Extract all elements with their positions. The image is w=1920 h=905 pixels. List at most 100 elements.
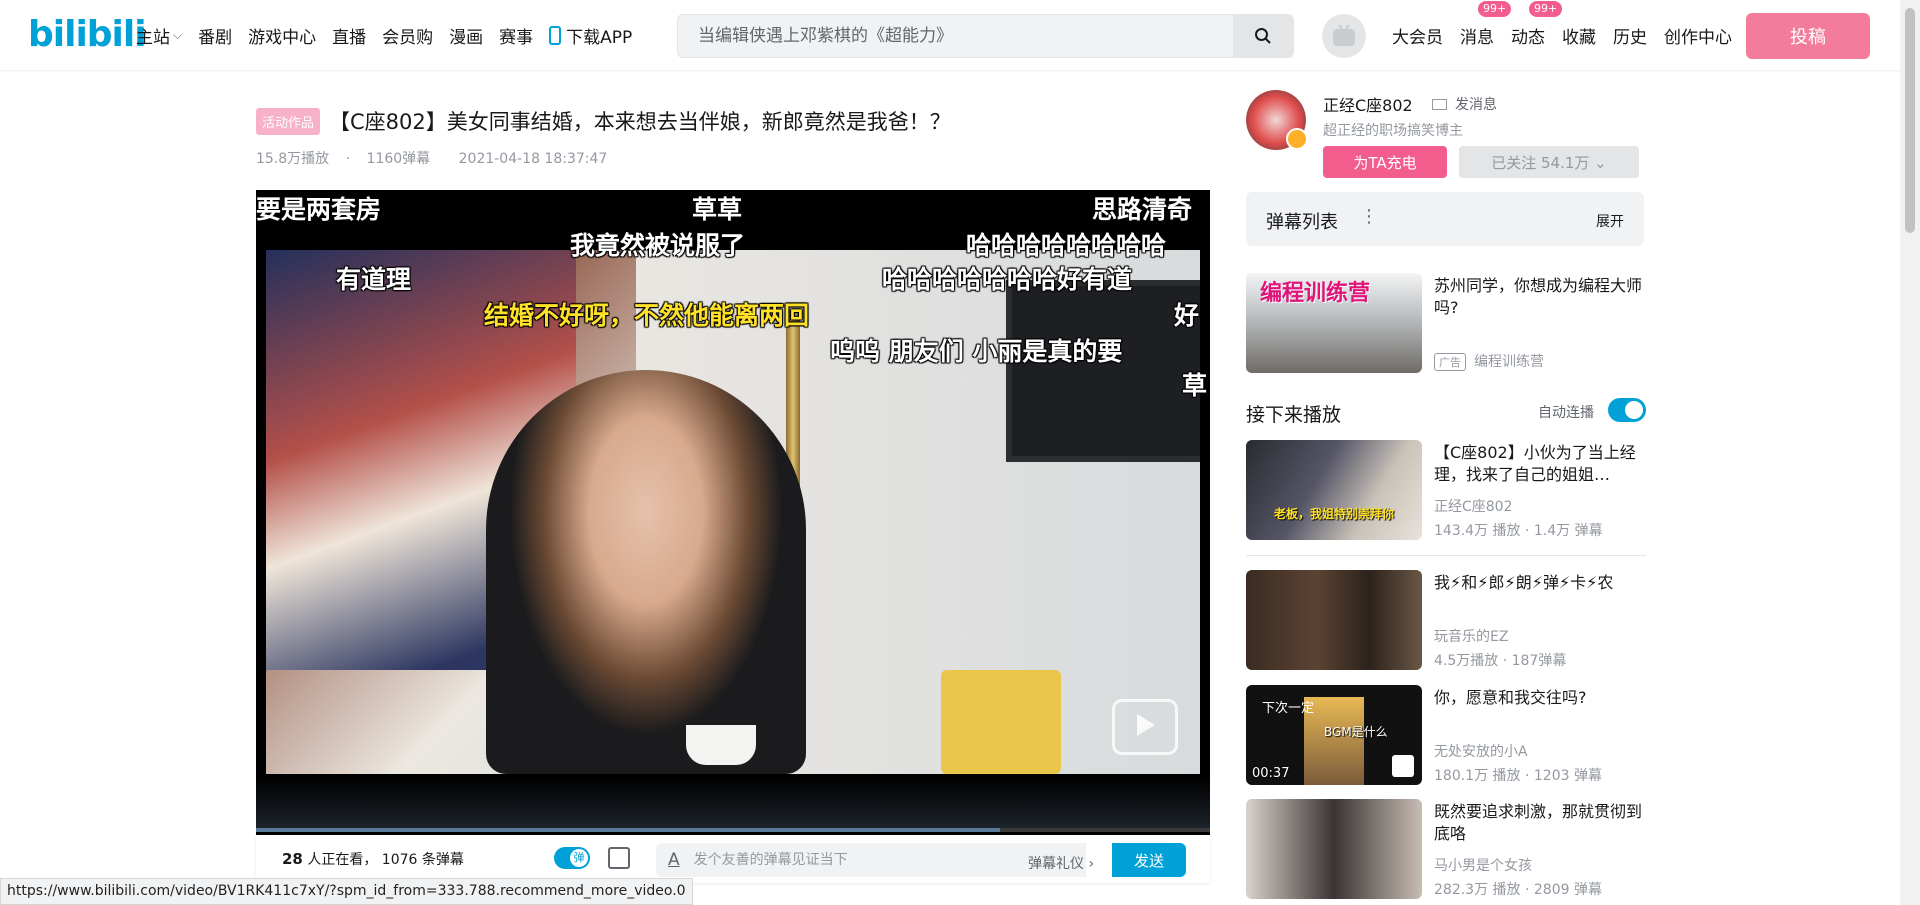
search-bar xyxy=(677,14,1294,58)
more-options-icon[interactable]: ⋮ xyxy=(1360,206,1378,227)
dynamics-badge: 99+ xyxy=(1529,0,1563,17)
charge-button[interactable]: 为TA充电 xyxy=(1323,146,1447,178)
thumbnail-caption: 老板，我姐特别崇拜你 xyxy=(1274,507,1395,521)
uploader-description: 超正经的职场搞笑博主 xyxy=(1323,123,1463,139)
danmaku-send-bar: 28 人正在看， 1076 条弹幕 A 弹幕礼仪 › 发送 xyxy=(256,835,1210,883)
watch-later-icon[interactable] xyxy=(1392,755,1414,777)
nav-favorites[interactable]: 收藏 xyxy=(1562,23,1596,48)
bilibili-tv-watermark-icon xyxy=(1112,699,1178,755)
text-style-icon[interactable]: A xyxy=(668,850,680,870)
recommendation-stats: 4.5万播放 · 187弹幕 xyxy=(1434,653,1567,669)
nav-dynamics[interactable]: 动态 99+ xyxy=(1511,0,1563,48)
recommendation-card[interactable]: 下次一定 BGM是什么 00:37 你，愿意和我交往吗? 无处安放的小A 180… xyxy=(1246,685,1646,785)
tv-avatar-icon xyxy=(1333,24,1355,46)
ad-card[interactable]: 编程训练营 苏州同学，你想成为编程大师吗? 广告 编程训练营 xyxy=(1246,273,1646,373)
progress-bar[interactable] xyxy=(256,828,1210,832)
chevron-down-icon: ⌵ xyxy=(173,27,183,42)
danmaku-text: 有道理 xyxy=(336,265,412,294)
recommendation-title[interactable]: 既然要追求刺激，那就贯彻到底咯 xyxy=(1434,801,1644,845)
nav-anime[interactable]: 番剧 xyxy=(198,23,232,48)
danmaku-text: 草 xyxy=(1182,371,1208,400)
recommendation-title[interactable]: 【C座802】小伙为了当上经理，找来了自己的姐姐… xyxy=(1434,442,1644,486)
danmaku-text: 要是两套房 xyxy=(256,195,382,224)
video-player[interactable]: 要是两套房 草草 思路清奇 我竟然被说服了 哈哈哈哈哈哈哈哈 有道理 哈哈哈哈哈… xyxy=(256,190,1210,835)
autoplay-label: 自动连播 xyxy=(1538,405,1594,421)
bilibili-logo[interactable]: bilibili xyxy=(28,14,147,55)
danmaku-text: 呜呜 朋友们 小丽是真的要 xyxy=(830,337,1123,366)
danmaku-input-box: A xyxy=(656,843,1086,877)
nav-vip[interactable]: 大会员 xyxy=(1392,23,1443,48)
ad-tag: 广告 xyxy=(1434,353,1466,371)
nav-history-label: 历史 xyxy=(1613,27,1647,48)
recommendation-thumbnail[interactable]: 老板，我姐特别崇拜你 xyxy=(1246,440,1422,540)
send-message-link[interactable]: 发消息 xyxy=(1432,94,1497,114)
ad-meta: 广告 编程训练营 xyxy=(1434,351,1544,371)
follow-button[interactable]: 已关注 54.1万 ⌄ xyxy=(1459,146,1639,178)
search-input[interactable] xyxy=(678,15,1233,57)
ad-author[interactable]: 编程训练营 xyxy=(1474,354,1544,370)
video-title: 【C座802】美女同事结婚，本来想去当伴娘，新郎竟然是我爸！？ xyxy=(329,110,951,134)
recommendation-card[interactable]: 既然要追求刺激，那就贯彻到底咯 马小男是个女孩 282.3万 播放 · 2809… xyxy=(1246,799,1646,899)
recommendation-thumbnail[interactable] xyxy=(1246,799,1422,899)
viewer-count: 28 xyxy=(282,850,303,868)
viewer-text: 人正在看， xyxy=(307,852,378,868)
danmaku-list-panel[interactable]: 弹幕列表 ⋮ 展开 xyxy=(1246,192,1644,246)
recommendation-card[interactable]: 我⚡和⚡郎⚡朗⚡弹⚡卡⚡农 玩音乐的EZ 4.5万播放 · 187弹幕 xyxy=(1246,570,1646,670)
nav-shop[interactable]: 会员购 xyxy=(382,23,433,48)
recommendation-author[interactable]: 正经C座802 xyxy=(1434,496,1513,516)
nav-manga[interactable]: 漫画 xyxy=(449,23,483,48)
nav-download-app[interactable]: 下载APP xyxy=(549,23,632,48)
recommendation-author[interactable]: 玩音乐的EZ xyxy=(1434,626,1508,646)
ad-title[interactable]: 苏州同学，你想成为编程大师吗? xyxy=(1434,275,1644,319)
danmaku-total: 1076 条弹幕 xyxy=(381,852,464,868)
nav-esports[interactable]: 赛事 xyxy=(499,23,533,48)
danmaku-text: 我竟然被说服了 xyxy=(570,231,746,260)
thumbnail-top-text: 下次一定 xyxy=(1262,701,1315,716)
frame-mug xyxy=(686,725,756,765)
user-avatar[interactable] xyxy=(1322,14,1366,58)
upload-button[interactable]: 投稿 xyxy=(1746,13,1870,59)
play-count: 15.8万播放 · 1160弹幕 xyxy=(256,151,442,167)
uploader-name[interactable]: 正经C座802 xyxy=(1323,92,1413,116)
danmaku-count: 1160弹幕 xyxy=(366,151,431,167)
nav-history[interactable]: 历史 xyxy=(1613,23,1647,48)
scrollbar-thumb[interactable] xyxy=(1905,8,1915,233)
autoplay-toggle[interactable] xyxy=(1608,398,1646,422)
nav-creator-center[interactable]: 创作中心 xyxy=(1664,23,1732,48)
activity-tag[interactable]: 活动作品 xyxy=(256,107,321,135)
expand-danmaku-list[interactable]: 展开 xyxy=(1596,211,1624,231)
danmaku-toggle[interactable] xyxy=(554,847,590,869)
send-message-label: 发消息 xyxy=(1455,97,1497,113)
search-button[interactable] xyxy=(1233,15,1293,57)
danmaku-text: 哈哈哈哈哈哈哈哈 xyxy=(966,231,1167,260)
danmaku-etiquette-link[interactable]: 弹幕礼仪 › xyxy=(1028,853,1094,873)
recommendation-author[interactable]: 马小男是个女孩 xyxy=(1434,855,1532,875)
video-duration: 00:37 xyxy=(1252,766,1290,781)
recommendation-author[interactable]: 无处安放的小A xyxy=(1434,741,1528,761)
nav-messages-label: 消息 xyxy=(1460,27,1494,48)
nav-game-center[interactable]: 游戏中心 xyxy=(248,23,316,48)
nav-creator-label: 创作中心 xyxy=(1664,27,1732,48)
recommendation-thumbnail[interactable]: 下次一定 BGM是什么 00:37 xyxy=(1246,685,1422,785)
uploader-avatar[interactable] xyxy=(1246,90,1308,150)
mail-icon xyxy=(1432,98,1447,110)
viewer-info: 28 人正在看， 1076 条弹幕 xyxy=(282,849,464,869)
send-danmaku-button[interactable]: 发送 xyxy=(1112,843,1186,877)
danmaku-text: 好 xyxy=(1174,301,1200,330)
messages-badge: 99+ xyxy=(1478,0,1512,17)
nav-messages[interactable]: 消息 99+ xyxy=(1460,0,1512,48)
recommendation-title[interactable]: 我⚡和⚡郎⚡朗⚡弹⚡卡⚡农 xyxy=(1434,572,1644,594)
page-scrollbar[interactable] xyxy=(1900,0,1920,905)
danmaku-list-label: 弹幕列表 xyxy=(1266,212,1338,233)
nav-live[interactable]: 直播 xyxy=(332,23,366,48)
recommendation-card[interactable]: 老板，我姐特别崇拜你 【C座802】小伙为了当上经理，找来了自己的姐姐… 正经C… xyxy=(1246,440,1646,540)
danmaku-settings-icon[interactable] xyxy=(608,847,630,869)
recommendation-thumbnail[interactable] xyxy=(1246,570,1422,670)
danmaku-input[interactable] xyxy=(691,851,996,869)
nav-vip-label: 大会员 xyxy=(1392,27,1443,48)
recommendation-stats: 180.1万 播放 · 1203 弹幕 xyxy=(1434,768,1602,784)
nav-main-site[interactable]: 主站 ⌵ xyxy=(136,23,182,48)
recommendation-stats: 282.3万 播放 · 2809 弹幕 xyxy=(1434,882,1602,898)
recommendation-title[interactable]: 你，愿意和我交往吗? xyxy=(1434,687,1644,709)
ad-thumbnail[interactable]: 编程训练营 xyxy=(1246,273,1422,373)
